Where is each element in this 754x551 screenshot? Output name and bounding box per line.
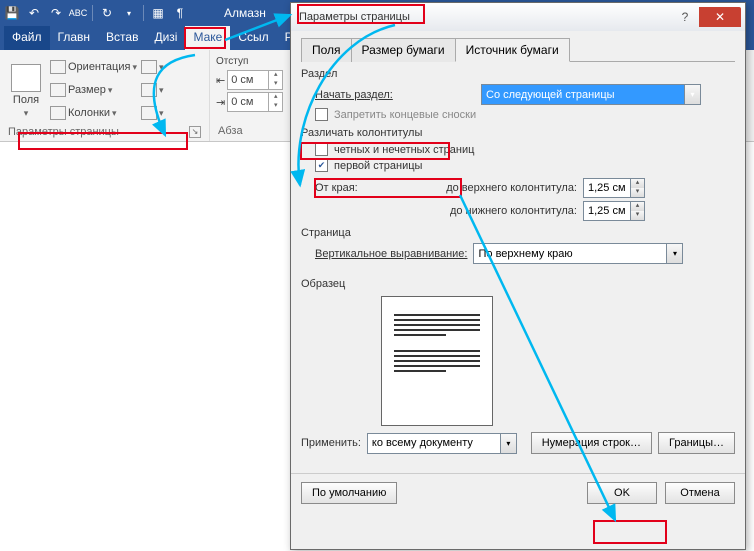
cancel-button[interactable]: Отмена [665,482,735,504]
margins-button[interactable]: Поля ▾ [6,52,46,124]
tab-file[interactable]: Файл [4,26,50,50]
line-numbers-button[interactable]: ▾ [141,79,164,101]
indent-right-value: 0 см [231,96,253,108]
footer-dist-label: до нижнего колонтитула: [377,205,577,217]
redo-icon[interactable]: ↷ [48,5,64,21]
columns-button[interactable]: Колонки▾ [50,102,137,124]
suppress-endnotes-checkbox[interactable] [315,108,328,121]
margins-icon [11,64,41,92]
indent-left-input[interactable]: 0 см▴▾ [227,70,283,90]
breaks-button[interactable]: ▾ [141,56,164,78]
indent-label: Отступ [216,56,293,67]
chevron-down-icon: ▾ [684,85,700,104]
save-icon[interactable]: 💾 [4,5,20,21]
size-button[interactable]: Размер▾ [50,79,137,101]
footer-dist-input[interactable]: 1,25 см▴▾ [583,201,645,221]
header-dist-value: 1,25 см [588,182,626,194]
repeat-icon[interactable]: ↻ [99,5,115,21]
valign-label: Вертикальное выравнивание: [315,248,467,260]
start-section-value: Со следующей страницы [486,89,615,101]
tab-references[interactable]: Ссыл [230,26,276,50]
close-button[interactable]: ✕ [699,7,741,27]
page-section-label: Страница [301,227,735,239]
tab-design[interactable]: Дизі [146,26,185,50]
indent-right-icon: ⇥ [216,96,225,109]
valign-select[interactable]: По верхнему краю ▾ [473,243,683,264]
odd-even-checkbox[interactable] [315,143,328,156]
size-label: Размер [68,84,106,96]
doc-title: Алмазн [224,6,266,20]
dialog-titlebar[interactable]: Параметры страницы ? ✕ [291,3,745,31]
header-dist-input[interactable]: 1,25 см▴▾ [583,178,645,198]
start-section-select[interactable]: Со следующей страницы ▾ [481,84,701,105]
tab-home[interactable]: Главн [50,26,99,50]
first-page-checkbox[interactable]: ✔ [315,159,328,172]
page-setup-dialog: Параметры страницы ? ✕ Поля Размер бумаг… [290,2,746,550]
footer-dist-value: 1,25 см [588,205,626,217]
indent-left-value: 0 см [231,74,253,86]
header-dist-label: до верхнего колонтитула: [377,182,577,194]
orientation-button[interactable]: Ориентация▾ [50,56,137,78]
chevron-down-icon: ▾ [666,244,682,263]
dialog-tab-paper-size[interactable]: Размер бумаги [351,38,456,62]
down-icon[interactable]: ▾ [121,5,137,21]
line-numbers-icon [141,83,157,97]
headers-section-label: Различать колонтитулы [301,127,735,139]
preview-label: Образец [301,278,735,290]
columns-label: Колонки [68,107,110,119]
paragraph-icon[interactable]: ¶ [172,5,188,21]
default-button[interactable]: По умолчанию [301,482,397,504]
size-icon [50,83,66,97]
apply-to-label: Применить: [301,437,361,449]
valign-value: По верхнему краю [478,248,572,260]
ok-button[interactable]: OK [587,482,657,504]
preview-thumbnail [381,296,493,426]
indent-right-input[interactable]: 0 см▴▾ [227,92,283,112]
dialog-tabs: Поля Размер бумаги Источник бумаги [301,37,735,62]
hyphenation-icon [141,106,157,120]
paragraph-group-label: Абза [218,125,243,137]
line-numbers-dialog-button[interactable]: Нумерация строк… [531,432,652,454]
dialog-tab-paper-source[interactable]: Источник бумаги [455,38,570,62]
orientation-label: Ориентация [68,61,130,73]
tab-layout[interactable]: Маке [185,26,230,50]
borders-dialog-button[interactable]: Границы… [658,432,735,454]
section-label: Раздел [301,68,735,80]
dialog-title: Параметры страницы [299,11,410,23]
table-icon[interactable]: ▦ [150,5,166,21]
from-edge-label: От края: [315,182,371,194]
apply-to-select[interactable]: ко всему документу ▾ [367,433,517,454]
start-section-label: Начать раздел: [315,89,475,101]
orientation-icon [50,60,66,74]
breaks-icon [141,60,157,74]
hyphenation-button[interactable]: ▾ [141,102,164,124]
columns-icon [50,106,66,120]
indent-left-icon: ⇤ [216,74,225,87]
help-button[interactable]: ? [671,7,699,27]
margins-label: Поля [13,94,39,106]
spellcheck-icon[interactable]: ABC [70,5,86,21]
page-setup-launcher[interactable]: ↘ [189,126,201,138]
undo-icon[interactable]: ↶ [26,5,42,21]
first-page-label: первой страницы [334,160,422,172]
apply-to-value: ко всему документу [372,437,473,449]
odd-even-label: четных и нечетных страниц [334,144,474,156]
chevron-down-icon: ▾ [500,434,516,453]
dialog-tab-fields[interactable]: Поля [301,38,352,62]
suppress-endnotes-label: Запретить концевые сноски [334,109,476,121]
page-setup-group-label: Параметры страницы [8,126,119,138]
tab-insert[interactable]: Встав [98,26,146,50]
